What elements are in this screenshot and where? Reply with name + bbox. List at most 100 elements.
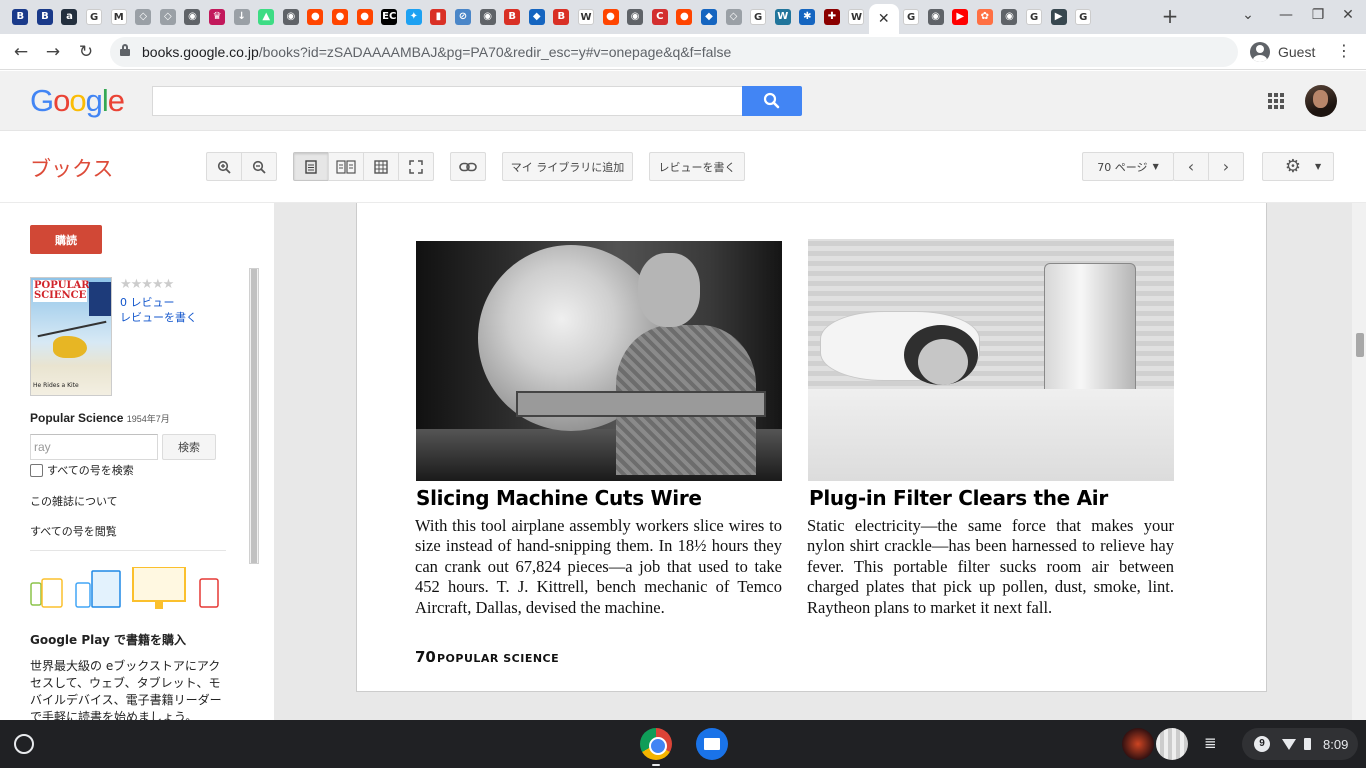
browser-tab[interactable]: ● [328,4,353,30]
browser-tab[interactable]: B [33,4,58,30]
browser-tab[interactable]: ♛ [205,4,230,30]
tray-app-icon[interactable] [1156,728,1188,760]
close-window-icon[interactable]: ✕ [1338,7,1358,23]
add-to-library-button[interactable]: マイ ライブラリに追加 [502,152,633,181]
browser-tab[interactable]: W [844,4,869,30]
link-button[interactable] [450,152,486,181]
minimize-icon[interactable]: — [1276,7,1296,23]
browser-tab[interactable]: ⊘ [451,4,476,30]
main-scrollbar-thumb[interactable] [1356,333,1364,357]
browser-tab[interactable]: ↓ [229,4,254,30]
restore-icon[interactable]: ❐ [1308,7,1328,23]
browser-tab[interactable]: ◉ [923,4,948,30]
browser-tab[interactable]: W [574,4,599,30]
thumbnail-view-button[interactable] [363,152,399,181]
browser-tab[interactable]: ▶ [948,4,973,30]
browser-tab[interactable]: G [1022,4,1047,30]
browser-tab[interactable]: G [746,4,771,30]
browser-tab[interactable]: ◇ [131,4,156,30]
address-bar[interactable]: books.google.co.jp/books?id=zSADAAAAMBAJ… [110,37,1238,67]
browser-tab[interactable]: ● [303,4,328,30]
zoom-in-button[interactable] [206,152,242,181]
page-viewer[interactable]: Slicing Machine Cuts Wire Plug-in Filter… [274,203,1366,720]
sidebar-scrollbar-thumb[interactable] [251,269,257,563]
browser-tab[interactable]: ● [598,4,623,30]
browser-tab[interactable]: ✱ [795,4,820,30]
reload-icon[interactable]: ↻ [75,41,97,63]
browser-tab[interactable]: B [500,4,525,30]
page-select-dropdown[interactable]: 70 ページ ▼ [1082,152,1174,181]
browser-tab[interactable]: G [82,4,107,30]
account-avatar[interactable] [1305,85,1337,117]
back-icon[interactable]: ← [10,41,32,63]
search-inside-input[interactable]: ray [30,434,158,460]
sidebar-scrollbar[interactable] [249,268,259,564]
browser-tab[interactable]: C [647,4,672,30]
google-logo[interactable]: Google [30,83,125,119]
search-all-issues-checkbox[interactable] [30,463,43,477]
main-scrollbar[interactable] [1352,203,1366,720]
status-area[interactable]: 9 8:09 [1242,728,1358,760]
previous-page-button[interactable]: ‹ [1173,152,1209,181]
magazine-cover-thumbnail[interactable]: POPULAR SCIENCE He Rides a Kite [30,277,112,396]
google-search-button[interactable] [742,86,802,116]
browser-tab[interactable]: ✿ [973,4,998,30]
url-text[interactable]: books.google.co.jp/books?id=zSADAAAAMBAJ… [142,44,731,60]
browser-tab[interactable]: ◉ [180,4,205,30]
browser-tab[interactable]: ◉ [279,4,304,30]
profile-button[interactable]: Guest [1246,37,1328,67]
review-count-link[interactable]: 0 レビュー [120,294,175,310]
browser-tab[interactable]: a [57,4,82,30]
browser-tab[interactable]: G [1071,4,1096,30]
browser-tab[interactable]: ▲ [254,4,279,30]
subscribe-button[interactable]: 購読 [30,225,102,254]
clipboard-icon[interactable]: ≣ [1204,734,1217,752]
search-all-issues[interactable]: すべての号を検索 [30,462,134,478]
browser-tab[interactable]: ◆ [524,4,549,30]
browser-tab[interactable]: ▶ [1046,4,1071,30]
single-page-view-button[interactable] [293,152,329,181]
launcher-icon[interactable] [14,734,34,754]
browse-all-issues-link[interactable]: すべての号を閲覧 [30,523,117,539]
browser-tab[interactable]: G [899,4,924,30]
tray-app-icons[interactable] [1122,728,1188,760]
apps-grid-icon[interactable] [1268,93,1284,109]
next-page-button[interactable]: › [1208,152,1244,181]
write-review-link[interactable]: レビューを書く [120,309,197,325]
about-magazine-link[interactable]: この雑誌について [30,493,118,509]
browser-tab[interactable]: B [8,4,33,30]
files-icon[interactable] [696,728,728,760]
forward-icon[interactable]: → [42,41,64,63]
browser-tab[interactable]: ✚ [820,4,845,30]
browser-tab[interactable]: EC [377,4,402,30]
tray-app-icon[interactable] [1122,728,1154,760]
settings-button[interactable]: ⚙ ▼ [1262,152,1334,181]
two-page-view-button[interactable] [328,152,364,181]
google-search-input[interactable] [152,86,743,116]
chrome-icon[interactable] [640,728,672,766]
browser-tab[interactable]: ◇ [156,4,181,30]
write-review-button[interactable]: レビューを書く [649,152,745,181]
new-tab-button[interactable]: + [1160,6,1180,26]
close-tab-icon[interactable]: ✕ [878,11,890,27]
books-title[interactable]: ブックス [30,153,113,183]
browser-tab[interactable]: ◉ [475,4,500,30]
browser-tab[interactable]: ◇ [721,4,746,30]
browser-tab[interactable]: ✦ [402,4,427,30]
zoom-out-button[interactable] [241,152,277,181]
active-browser-tab[interactable]: ✕ [868,4,899,34]
browser-tab[interactable]: M [106,4,131,30]
browser-menu-icon[interactable]: ⋮ [1336,41,1352,60]
browser-tab[interactable]: ▮ [426,4,451,30]
browser-tab[interactable]: ◆ [697,4,722,30]
tab-search-icon[interactable]: ⌄ [1238,7,1258,23]
browser-tab[interactable]: ● [672,4,697,30]
browser-tab[interactable]: ◉ [997,4,1022,30]
browser-tab[interactable]: ● [352,4,377,30]
browser-tab[interactable]: W [770,4,795,30]
browser-tab[interactable]: ◉ [623,4,648,30]
lock-icon[interactable] [120,44,130,56]
browser-tab[interactable]: B [549,4,574,30]
search-inside-button[interactable]: 検索 [162,434,216,460]
fullscreen-button[interactable] [398,152,434,181]
